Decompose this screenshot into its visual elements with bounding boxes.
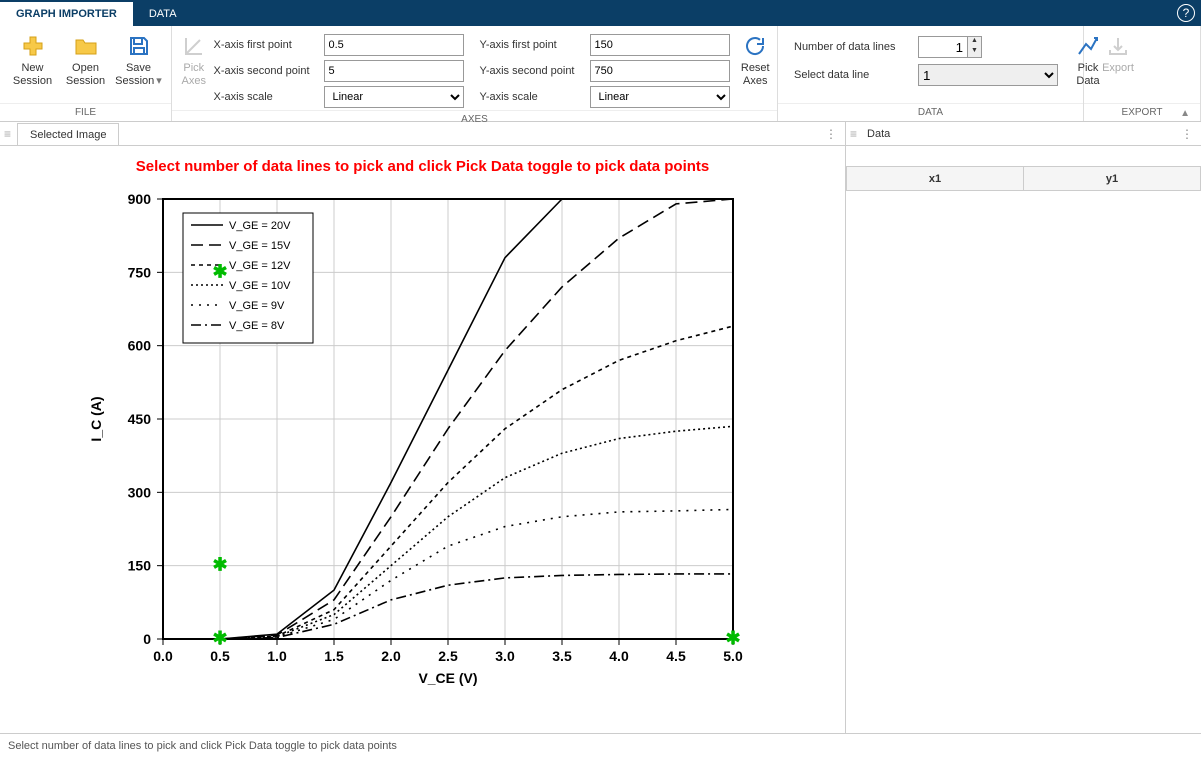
spin-up-icon[interactable]: ▲ <box>968 37 981 47</box>
svg-text:4.0: 4.0 <box>609 648 629 664</box>
svg-text:3.0: 3.0 <box>495 648 515 664</box>
x-first-label: X-axis first point <box>214 39 324 51</box>
select-data-line-select[interactable]: 1 <box>918 64 1058 86</box>
svg-text:450: 450 <box>127 411 151 427</box>
svg-text:✱: ✱ <box>212 555 227 575</box>
new-session-button[interactable]: New Session <box>6 28 59 88</box>
select-data-line-label: Select data line <box>794 69 910 81</box>
pane-menu-icon[interactable]: ⋮ <box>825 127 837 141</box>
export-icon <box>1106 34 1130 58</box>
num-data-lines-input[interactable] <box>919 37 967 57</box>
axes-icon <box>182 34 206 58</box>
svg-text:V_GE = 15V: V_GE = 15V <box>229 240 291 252</box>
svg-text:300: 300 <box>127 484 151 500</box>
num-data-lines-label: Number of data lines <box>794 41 910 53</box>
status-text: Select number of data lines to pick and … <box>8 740 397 752</box>
y-scale-select[interactable]: Linear <box>590 86 730 108</box>
x-first-input[interactable] <box>324 34 464 56</box>
svg-text:V_GE = 12V: V_GE = 12V <box>229 260 291 272</box>
x-second-input[interactable] <box>324 60 464 82</box>
y-scale-label: Y-axis scale <box>480 91 590 103</box>
spin-down-icon[interactable]: ▼ <box>968 47 981 57</box>
ribbon-group-data: DATA <box>778 103 1083 121</box>
svg-text:V_GE = 9V: V_GE = 9V <box>229 300 285 312</box>
svg-text:✱: ✱ <box>212 261 227 281</box>
y-second-label: Y-axis second point <box>480 65 590 77</box>
plus-icon <box>21 34 45 58</box>
svg-text:3.5: 3.5 <box>552 648 572 664</box>
y-first-label: Y-axis first point <box>480 39 590 51</box>
open-session-button[interactable]: Open Session <box>59 28 112 88</box>
collapse-ribbon-icon[interactable]: ▲ <box>1180 108 1190 119</box>
instruction-text: Select number of data lines to pick and … <box>0 146 845 179</box>
y-second-input[interactable] <box>590 60 730 82</box>
x-second-label: X-axis second point <box>214 65 324 77</box>
svg-text:1.0: 1.0 <box>267 648 287 664</box>
x-scale-label: X-axis scale <box>214 91 324 103</box>
svg-text:V_GE = 8V: V_GE = 8V <box>229 320 285 332</box>
export-button: Export <box>1090 28 1146 75</box>
refresh-icon <box>743 34 767 58</box>
svg-text:0.0: 0.0 <box>153 648 173 664</box>
svg-text:V_GE = 10V: V_GE = 10V <box>229 280 291 292</box>
svg-text:150: 150 <box>127 558 151 574</box>
svg-text:1.5: 1.5 <box>324 648 344 664</box>
svg-text:✱: ✱ <box>725 628 740 648</box>
svg-text:V_GE = 20V: V_GE = 20V <box>229 220 291 232</box>
save-session-button[interactable]: Save Session▾ <box>112 28 165 88</box>
svg-text:2.5: 2.5 <box>438 648 458 664</box>
pane-menu-icon[interactable]: ⋮ <box>1181 127 1193 141</box>
y-first-input[interactable] <box>590 34 730 56</box>
svg-text:0.5: 0.5 <box>210 648 230 664</box>
reset-axes-button[interactable]: Reset Axes <box>740 28 772 88</box>
tab-data[interactable]: DATA <box>133 2 193 26</box>
selected-image-tab[interactable]: Selected Image <box>17 123 119 145</box>
data-tab[interactable]: Data <box>863 123 902 145</box>
pick-axes-button: Pick Axes <box>178 28 210 88</box>
save-icon <box>127 34 151 58</box>
svg-text:900: 900 <box>127 191 151 207</box>
table-header-y1: y1 <box>1024 167 1201 191</box>
table-header-x1: x1 <box>847 167 1024 191</box>
svg-text:0: 0 <box>143 631 151 647</box>
svg-text:✱: ✱ <box>212 628 227 648</box>
svg-text:5.0: 5.0 <box>723 648 743 664</box>
tab-graph-importer[interactable]: GRAPH IMPORTER <box>0 2 133 26</box>
ribbon-group-file: FILE <box>0 103 171 121</box>
svg-text:750: 750 <box>127 264 151 280</box>
svg-text:V_CE (V): V_CE (V) <box>418 670 477 686</box>
chart-plot[interactable]: 0.0 0.5 1.0 1.5 2.0 2.5 3.0 3.5 4.0 4.5 5.0 0 150 300… <box>73 179 773 719</box>
svg-text:600: 600 <box>127 338 151 354</box>
svg-text:2.0: 2.0 <box>381 648 401 664</box>
svg-text:4.5: 4.5 <box>666 648 686 664</box>
svg-text:I_C (A): I_C (A) <box>88 396 104 441</box>
data-table: x1 y1 <box>846 166 1201 191</box>
folder-open-icon <box>74 34 98 58</box>
help-icon[interactable]: ? <box>1177 4 1195 22</box>
x-scale-select[interactable]: Linear <box>324 86 464 108</box>
